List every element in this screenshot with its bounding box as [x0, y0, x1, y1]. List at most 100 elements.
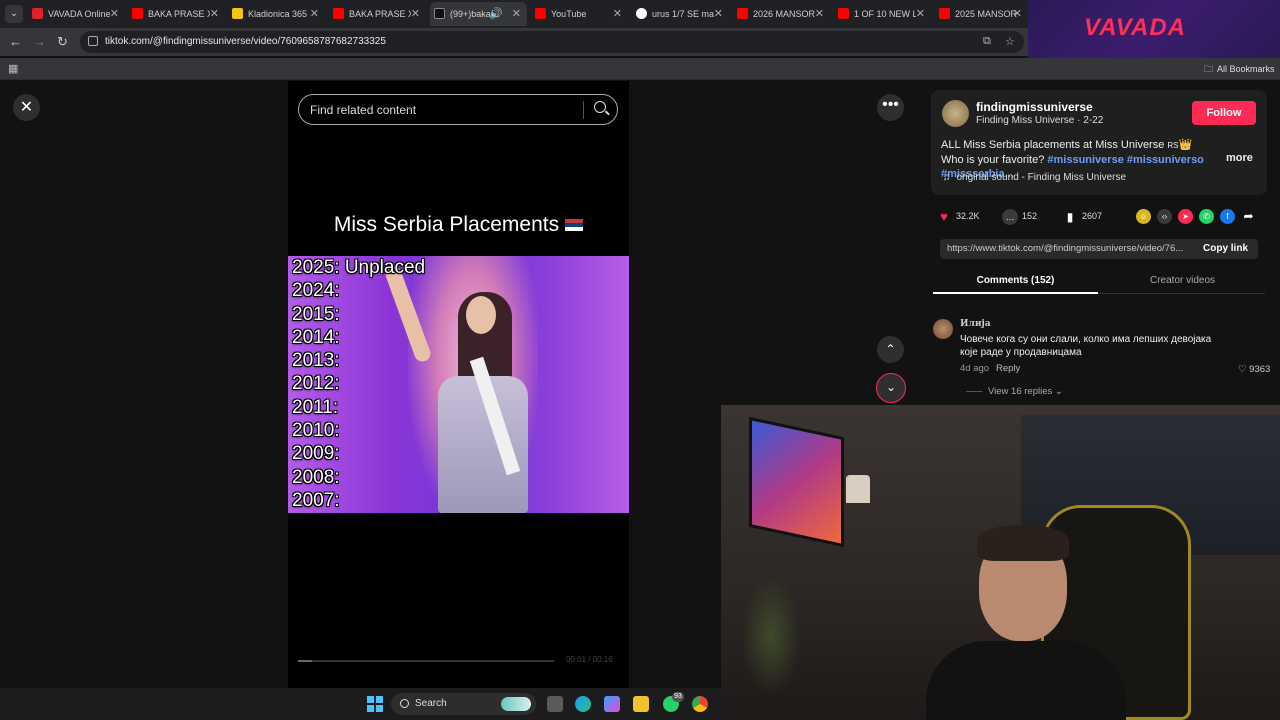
url-field[interactable]: tiktok.com/@findingmissuniverse/video/76… [80, 31, 1024, 53]
follow-button[interactable]: Follow [1192, 101, 1256, 125]
send-share-icon[interactable]: ➤ [1178, 209, 1193, 224]
tab-title: urus 1/7 SE ma [652, 9, 714, 19]
back-arrow-icon[interactable]: ← [9, 34, 22, 49]
tab-baka-prase-1[interactable]: BAKA PRASE X ✕ [128, 2, 225, 26]
view-replies-label: View 16 replies [988, 386, 1053, 397]
kladionica-favicon-icon [232, 8, 243, 19]
close-tab-icon[interactable]: ✕ [916, 7, 925, 20]
wall-tv [749, 416, 844, 548]
contestant-face [466, 296, 496, 334]
whatsapp-icon[interactable]: ✆ [1199, 209, 1214, 224]
placement-line: 2008: [292, 466, 340, 488]
commenter-avatar[interactable] [933, 319, 953, 339]
like-button[interactable]: ♥ 32.2K [936, 208, 979, 225]
streamer-hair [977, 525, 1069, 561]
previous-video-button[interactable]: ⌃ [877, 336, 904, 363]
forward-arrow-icon[interactable]: → [33, 34, 46, 49]
install-app-icon[interactable]: ⧉ [983, 35, 991, 48]
related-search-input[interactable]: Find related content [298, 94, 618, 125]
placement-line: 2012: [292, 373, 340, 395]
vavada-ad-banner[interactable]: VAVADA [1028, 0, 1280, 58]
video-progress-bar[interactable] [298, 660, 554, 662]
avatar[interactable] [942, 100, 969, 127]
close-tab-icon[interactable]: ✕ [1013, 7, 1022, 20]
close-video-button[interactable]: ✕ [13, 94, 40, 121]
post-info-card: findingmissuniverse Finding Miss Univers… [931, 90, 1267, 195]
comment-count: 152 [1022, 211, 1038, 221]
description-more-button[interactable]: more [1226, 152, 1253, 164]
next-video-button[interactable]: ⌄ [876, 373, 906, 403]
chrome-icon[interactable] [692, 696, 708, 712]
site-info-icon[interactable] [88, 36, 98, 46]
close-tab-icon[interactable]: ✕ [613, 7, 622, 20]
close-tab-icon[interactable]: ✕ [411, 7, 420, 20]
whatsapp-badge: 93 [672, 692, 684, 702]
windows-taskbar: Search [0, 688, 721, 720]
comment-like-count: 9363 [1249, 364, 1271, 375]
close-tab-icon[interactable]: ✕ [815, 7, 824, 20]
author-nickname: Finding Miss Universe · 2-22 [976, 115, 1104, 126]
windows-start-icon[interactable] [367, 696, 383, 712]
share-arrow-icon[interactable]: ➦ [1241, 209, 1256, 224]
tab-2025-mansor[interactable]: 2025 MANSOR ✕ [935, 2, 1028, 26]
address-bar: ← → ↻ tiktok.com/@findingmissuniverse/vi… [0, 28, 1028, 56]
embed-code-icon[interactable]: ‹› [1157, 209, 1172, 224]
commenter-name[interactable]: Илија [960, 319, 991, 329]
taskbar-search[interactable]: Search [391, 693, 536, 715]
tab-kladionica[interactable]: Kladionica 365 ✕ [228, 2, 325, 26]
all-bookmarks-button[interactable]: 🗀 All Bookmarks [1204, 62, 1275, 78]
heart-icon: ♥ [940, 208, 948, 224]
folder-icon: 🗀 [1204, 64, 1214, 74]
placement-line: 2010: [292, 420, 340, 442]
copy-link-button[interactable]: Copy link [1203, 243, 1248, 254]
more-options-button[interactable]: ••• [877, 94, 904, 121]
placement-line: 2025: Unplaced [292, 257, 426, 278]
speaker-icon[interactable]: 🔊 [489, 7, 503, 20]
copilot-icon[interactable] [604, 696, 620, 712]
video-player[interactable]: Find related content Miss Serbia Placeme… [288, 81, 629, 688]
tab-google[interactable]: urus 1/7 SE ma ✕ [632, 2, 729, 26]
reload-icon[interactable]: ↻ [57, 34, 68, 50]
chevron-down-icon: ⌄ [1052, 386, 1063, 397]
tab-1-of-10[interactable]: 1 OF 10 NEW L ✕ [834, 2, 931, 26]
view-replies-button[interactable]: View 16 replies ⌄ [966, 386, 1063, 397]
edge-icon[interactable] [575, 696, 591, 712]
task-view-icon[interactable] [547, 696, 563, 712]
tab-title: 1 OF 10 NEW L [854, 9, 916, 19]
tab-title: (99+)bakap [450, 9, 494, 19]
tab-creator-videos[interactable]: Creator videos [1100, 267, 1265, 294]
author-username[interactable]: findingmissuniverse [976, 100, 1093, 114]
google-favicon-icon [636, 8, 647, 19]
bookmark-star-icon[interactable]: ☆ [1005, 35, 1015, 48]
close-tab-icon[interactable]: ✕ [310, 7, 319, 20]
vavada-favicon-icon [32, 8, 43, 19]
tab-comments[interactable]: Comments (152) [933, 267, 1098, 294]
tab-baka-prase-2[interactable]: BAKA PRASE X ✕ [329, 2, 426, 26]
music-title: original sound - Finding Miss Universe [956, 172, 1127, 183]
tab-tiktok-active[interactable]: (99+)bakap 🔊 ✕ [430, 2, 527, 26]
lamp [846, 475, 870, 503]
tab-vavada[interactable]: VAVADA Online ✕ [28, 2, 125, 26]
reply-button[interactable]: Reply [996, 363, 1020, 374]
tab-search-menu-icon[interactable]: ⌄ [5, 5, 23, 23]
tab-2026-mansor[interactable]: 2026 MANSOR ✕ [733, 2, 830, 26]
comment-like-button[interactable]: ♡ 9363 [1238, 364, 1270, 375]
comment-text: Човече кога су они слали, колко има лепш… [960, 334, 1212, 358]
music-link[interactable]: ♫ original sound - Finding Miss Universe [943, 172, 1126, 183]
close-tab-icon[interactable]: ✕ [714, 7, 723, 20]
search-icon[interactable] [594, 101, 606, 113]
close-tab-icon[interactable]: ✕ [110, 7, 119, 20]
save-button[interactable]: ▮ 2607 [1062, 208, 1102, 225]
close-tab-icon[interactable]: ✕ [210, 7, 219, 20]
close-tab-icon[interactable]: ✕ [512, 7, 521, 20]
file-explorer-icon[interactable] [633, 696, 649, 712]
comment-button[interactable]: … 152 [1002, 208, 1037, 225]
facebook-icon[interactable]: f [1220, 209, 1235, 224]
apps-grid-icon[interactable]: ▦ [8, 62, 18, 75]
video-title-text: Miss Serbia Placements [333, 213, 560, 236]
tab-title: 2025 MANSOR [955, 9, 1017, 19]
coin-share-icon[interactable]: ☺ [1136, 209, 1151, 224]
search-icon [400, 699, 409, 708]
copy-link-box: https://www.tiktok.com/@findingmissunive… [940, 239, 1258, 259]
tab-youtube[interactable]: YouTube ✕ [531, 2, 628, 26]
